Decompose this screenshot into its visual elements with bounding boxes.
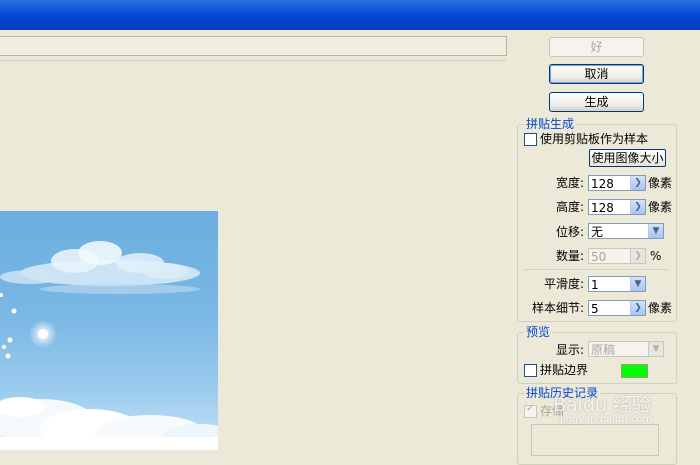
- watermark-url: jingyan.baidu.com: [560, 414, 653, 425]
- tile-generation-legend: 拼贴生成: [524, 117, 577, 131]
- sample-detail-field[interactable]: 5 ❯: [588, 300, 646, 316]
- history-preview-box: [531, 424, 659, 456]
- sample-detail-value: 5: [591, 302, 599, 316]
- width-unit: 像素: [648, 176, 673, 190]
- sample-detail-unit: 像素: [648, 301, 673, 315]
- width-label: 宽度:: [555, 176, 584, 190]
- chevron-right-icon[interactable]: ❯: [630, 200, 645, 214]
- chevron-right-icon[interactable]: ❯: [630, 301, 645, 315]
- height-field[interactable]: 128 ❯: [588, 199, 646, 215]
- sample-detail-label: 样本细节:: [531, 301, 584, 315]
- width-field[interactable]: 128 ❯: [588, 175, 646, 191]
- amount-label: 数量:: [555, 249, 584, 263]
- amount-unit: %: [650, 249, 662, 263]
- preview-image: [0, 211, 218, 450]
- preview-legend: 预览: [524, 325, 553, 339]
- height-label: 高度:: [555, 200, 584, 214]
- divider: [0, 60, 506, 61]
- width-value: 128: [591, 177, 614, 191]
- checkmark-icon: ✓: [526, 403, 535, 414]
- sky-cloud-image: [0, 241, 218, 450]
- amount-field: 50 ❯: [588, 248, 646, 264]
- height-unit: 像素: [648, 200, 673, 214]
- chevron-right-icon[interactable]: ❯: [630, 176, 645, 190]
- show-value: 原稿: [591, 343, 616, 357]
- ok-button[interactable]: 好: [549, 37, 644, 57]
- show-label: 显示:: [555, 343, 584, 357]
- cancel-button[interactable]: 取消: [549, 64, 644, 84]
- chevron-down-icon[interactable]: ▼: [648, 224, 663, 238]
- watermark-text: Baidu 经验: [553, 394, 652, 416]
- height-value: 128: [591, 201, 614, 215]
- window-titlebar: [0, 0, 700, 30]
- smoothness-label: 平滑度:: [543, 277, 584, 291]
- status-field: [0, 36, 507, 56]
- smoothness-value: 1: [591, 278, 599, 292]
- use-clipboard-label: 使用剪贴板作为样本: [540, 132, 649, 146]
- boundary-color-swatch[interactable]: [621, 364, 648, 378]
- save-history-checkbox: ✓: [524, 403, 537, 418]
- offset-value: 无: [591, 225, 604, 239]
- offset-select[interactable]: 无 ▼: [588, 223, 664, 239]
- offset-label: 位移:: [555, 225, 584, 239]
- amount-value: 50: [591, 250, 607, 264]
- divider: [524, 269, 668, 270]
- tile-boundaries-checkbox[interactable]: [524, 364, 537, 377]
- tile-boundaries-label: 拼贴边界: [540, 363, 589, 377]
- use-clipboard-checkbox[interactable]: [524, 133, 537, 146]
- show-select: 原稿 ▼: [588, 341, 664, 357]
- chevron-right-icon: ❯: [630, 249, 645, 263]
- chevron-down-icon[interactable]: ▼: [630, 277, 645, 291]
- chevron-down-icon: ▼: [648, 342, 663, 356]
- smoothness-select[interactable]: 1 ▼: [588, 276, 646, 292]
- generate-button[interactable]: 生成: [549, 92, 644, 112]
- use-image-size-button[interactable]: 使用图像大小: [589, 149, 666, 167]
